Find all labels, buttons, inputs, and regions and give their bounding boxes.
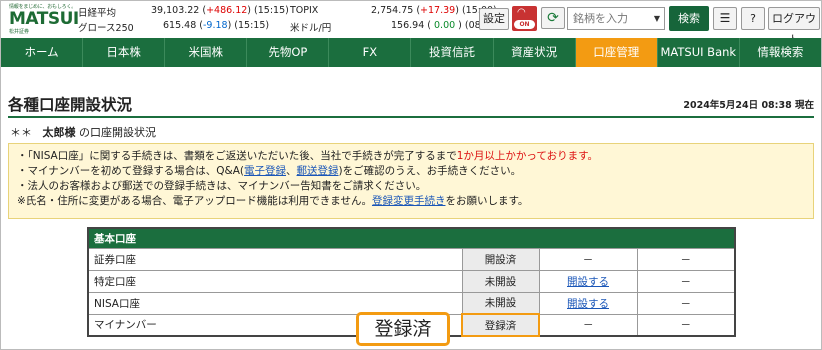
table-row: 特定口座 未開設 開設する － — [87, 269, 736, 293]
logo-sub: 松井証券 — [9, 29, 30, 35]
nav-japan-stocks[interactable]: 日本株 — [83, 38, 166, 67]
registered-callout: 登録済 — [356, 312, 450, 346]
mail-registration-link[interactable]: 郵送登録 — [297, 165, 339, 177]
main-nav: ホーム 日本株 米国株 先物OP FX 投資信託 資産状況 口座管理 MATSU… — [1, 38, 821, 67]
notice-line-1: ・「NISA口座」に関する手続きは、書類をご返送いただいた後、当社で手続きが完了… — [17, 149, 805, 164]
market-label: グロース250 — [78, 23, 134, 34]
open-nisa-link[interactable]: 開設する — [567, 298, 609, 310]
notice-text: ・「NISA口座」に関する手続きは、書類をご返送いただいた後、当社で手続きが完了… — [17, 150, 457, 162]
account-type: 特定口座 — [87, 269, 463, 293]
table-row: 証券口座 開設済 － － — [87, 247, 736, 271]
notice-text: )をご確認のうえ、お手続きください。 — [338, 165, 522, 177]
title-divider — [8, 116, 814, 118]
market-topix: TOPIX — [290, 5, 318, 16]
extra-cell: － — [636, 313, 736, 337]
stock-search-select[interactable]: 銘柄を入力 ▼ — [567, 7, 665, 30]
nav-home[interactable]: ホーム — [1, 38, 84, 67]
nav-matsui-bank[interactable]: MATSUI Bank — [658, 38, 740, 67]
notice-text: 、 — [286, 165, 297, 177]
registration-change-link[interactable]: 登録変更手続き — [372, 195, 446, 207]
table-row: NISA口座 未開設 開設する － — [87, 291, 736, 315]
account-name: 太郎様 — [42, 126, 76, 139]
market-nikkei: 日経平均 — [78, 5, 116, 19]
account-suffix: の口座開設状況 — [79, 126, 156, 139]
action-cell: 開設する — [538, 269, 638, 293]
market-nikkei-value: 39,103.22 (+486.12) (15:15) — [151, 5, 289, 16]
market-time: 15:15 — [257, 5, 286, 16]
notice-line-3: ・法人のお客様および郵送での登録手続きは、マイナンバー告知書をご請求ください。 — [17, 180, 427, 192]
nav-futures-options[interactable]: 先物OP — [247, 38, 330, 67]
logo-name: MATSUI — [9, 9, 79, 29]
market-growth-value: 615.48 (-9.18) (15:15) — [163, 20, 270, 31]
account-type: NISA口座 — [87, 291, 463, 315]
account-type: 証券口座 — [87, 247, 463, 271]
market-change: +17.39 — [420, 5, 456, 16]
market-value: 2,754.75 — [371, 5, 414, 16]
help-button[interactable]: ? — [741, 7, 765, 30]
table-header: 基本口座 — [88, 228, 735, 248]
page-title: 各種口座開設状況 — [8, 96, 133, 114]
notice-text: ※氏名・住所に変更がある場合、電子アップロード機能は利用できません。 — [17, 195, 372, 207]
nav-account-management[interactable]: 口座管理 — [575, 38, 658, 67]
market-time: 15:15 — [238, 20, 266, 31]
status-badge: 開設済 — [461, 247, 540, 271]
market-value: 615.48 — [163, 20, 197, 31]
chevron-down-icon: ▼ — [653, 14, 660, 23]
notice-line-2: ・マイナンバーを初めて登録する場合は、Q&A(電子登録、郵送登録)をご確認のうえ… — [17, 164, 805, 179]
logout-button[interactable]: ログアウト — [768, 7, 820, 46]
as-of-date: 2024年5月24日 08:38 現在 — [683, 100, 814, 111]
market-value: 39,103.22 — [151, 5, 200, 16]
wifi-icon: ◠ — [517, 7, 526, 18]
status-badge: 未開設 — [461, 291, 540, 315]
market-label: 日経平均 — [78, 8, 117, 19]
extra-cell: － — [636, 291, 736, 315]
nav-fx[interactable]: FX — [329, 38, 412, 67]
notice-text: ・マイナンバーを初めて登録する場合は、Q&A( — [17, 165, 245, 177]
market-change: -9.18 — [202, 20, 228, 31]
nav-info-search[interactable]: 情報検索 — [740, 38, 821, 67]
notice-line-4: ※氏名・住所に変更がある場合、電子アップロード機能は利用できません。登録変更手続… — [17, 194, 805, 209]
electronic-registration-link[interactable]: 電子登録 — [244, 165, 286, 177]
search-placeholder: 銘柄を入力 — [573, 12, 628, 25]
notice-box: ・「NISA口座」に関する手続きは、書類をご返送いただいた後、当社で手続きが完了… — [8, 143, 814, 219]
market-label: TOPIX — [290, 5, 319, 16]
extra-cell: － — [636, 269, 736, 293]
nav-asset-status[interactable]: 資産状況 — [494, 38, 576, 67]
notice-text: をお願いします。 — [445, 195, 529, 207]
nav-investment-trust[interactable]: 投資信託 — [411, 38, 494, 67]
account-prefix: ＊＊ — [10, 126, 32, 139]
open-tokutei-link[interactable]: 開設する — [567, 276, 609, 288]
header-bar: 情報をまじめに、おもしろく。 MATSUI 松井証券 日経平均 39,103.2… — [1, 1, 821, 46]
menu-list-icon[interactable]: ☰ — [713, 7, 737, 30]
notification-on-icon[interactable]: ◠ ON — [512, 6, 537, 31]
market-growth: グロース250 — [78, 20, 134, 34]
action-cell: 開設する — [538, 291, 638, 315]
search-button[interactable]: 検索 — [669, 6, 709, 31]
market-change: +486.12 — [206, 5, 248, 16]
action-cell: － — [538, 247, 638, 271]
status-badge: 未開設 — [461, 269, 540, 293]
action-cell: － — [538, 313, 638, 337]
market-change: 0.00 — [434, 20, 456, 31]
matsui-logo[interactable]: 情報をまじめに、おもしろく。 MATSUI 松井証券 — [9, 3, 79, 35]
notice-emphasis: 1か月以上かかっております。 — [456, 150, 599, 162]
status-badge: 登録済 — [461, 313, 540, 337]
account-line: ＊＊ 太郎様 の口座開設状況 — [10, 124, 156, 140]
market-label: 米ドル/円 — [290, 23, 332, 34]
refresh-icon[interactable]: ⟳ — [541, 7, 565, 29]
on-badge: ON — [514, 20, 535, 29]
market-topix-value: 2,754.75 (+17.39) (15:00) — [371, 5, 497, 16]
settings-button[interactable]: 設定 — [479, 8, 509, 30]
extra-cell: － — [636, 247, 736, 271]
market-usdjpy: 米ドル/円 — [290, 20, 331, 34]
market-value: 156.94 — [391, 20, 425, 31]
nav-us-stocks[interactable]: 米国株 — [165, 38, 248, 67]
